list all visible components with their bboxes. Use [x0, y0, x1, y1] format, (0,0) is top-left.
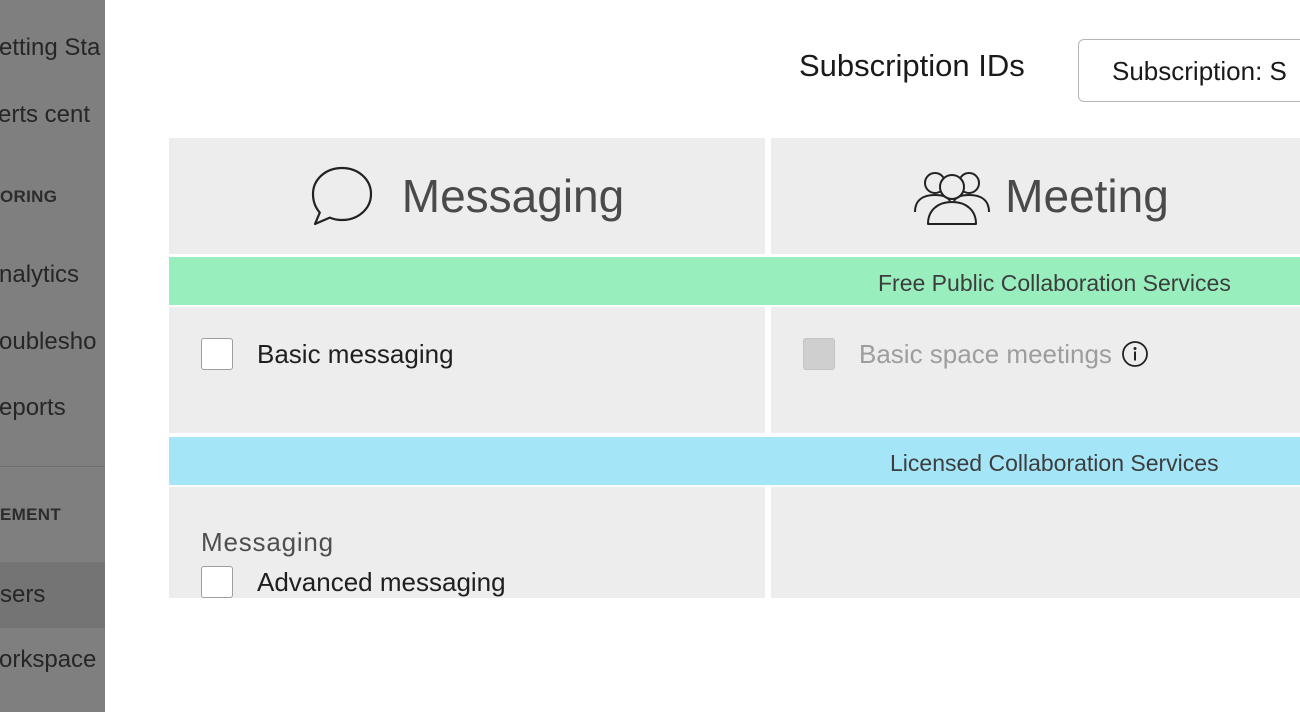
advanced-messaging-checkbox[interactable]: [201, 566, 233, 598]
free-messaging-cell: Basic messaging: [169, 307, 765, 433]
sidebar-item-analytics: nalytics: [0, 261, 80, 288]
info-icon[interactable]: [1121, 340, 1149, 368]
sidebar-section-monitoring: ORING: [0, 187, 58, 206]
meeting-column-header: Meeting: [771, 138, 1300, 254]
messaging-column-title: Messaging: [401, 170, 625, 222]
basic-space-meetings-checkbox: [803, 338, 835, 370]
free-meeting-cell: Basic space meetings: [771, 307, 1300, 433]
sidebar-item-users: sers: [0, 562, 105, 628]
licensed-services-label: Licensed Collaboration Services: [890, 450, 1219, 476]
people-group-icon: [913, 166, 991, 226]
sidebar-item-reports: eports: [0, 394, 66, 421]
sidebar-item-getting-started: etting Sta: [0, 34, 101, 61]
subscription-select[interactable]: Subscription: S: [1078, 39, 1300, 102]
background-sidebar: etting Sta erts cent ORING nalytics oubl…: [0, 0, 105, 712]
basic-messaging-option[interactable]: Basic messaging: [201, 338, 454, 370]
chat-bubble-icon: [310, 164, 374, 228]
basic-space-meetings-label: Basic space meetings: [859, 338, 1112, 369]
licensed-messaging-cell: Messaging Advanced messaging: [169, 487, 765, 598]
advanced-messaging-option[interactable]: Advanced messaging: [201, 566, 506, 598]
advanced-messaging-label: Advanced messaging: [257, 566, 506, 597]
subscription-ids-label: Subscription IDs: [799, 48, 1025, 83]
sidebar-item-workspaces: orkspace: [0, 646, 97, 673]
sidebar-section-management: EMENT: [0, 505, 61, 524]
meeting-column-title: Meeting: [1005, 170, 1169, 222]
free-services-band: Free Public Collaboration Services: [169, 257, 1300, 305]
services-panel: Subscription IDs Subscription: S Messagi…: [105, 0, 1300, 712]
basic-messaging-checkbox[interactable]: [201, 338, 233, 370]
messaging-column-header: Messaging: [169, 138, 765, 254]
sidebar-item-alerts-center: erts cent: [0, 101, 91, 128]
licensed-messaging-heading: Messaging: [201, 527, 334, 557]
basic-messaging-label: Basic messaging: [257, 338, 454, 369]
sidebar-divider: [0, 466, 105, 467]
free-services-label: Free Public Collaboration Services: [878, 270, 1231, 296]
licensed-services-band: Licensed Collaboration Services: [169, 437, 1300, 485]
licensed-meeting-cell: [771, 487, 1300, 598]
sidebar-item-troubleshooting: oublesho: [0, 328, 97, 355]
basic-space-meetings-option: Basic space meetings: [803, 338, 1149, 370]
